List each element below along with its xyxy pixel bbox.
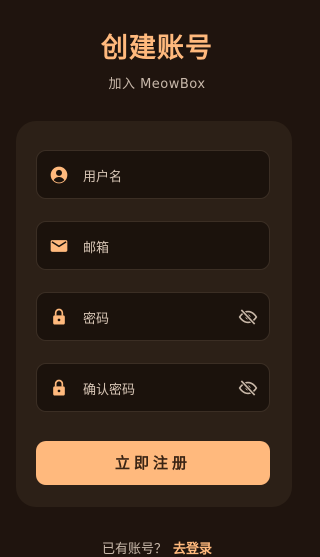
lock-icon [53, 379, 65, 396]
login-prompt: 已有账号？ 去登录 [0, 538, 314, 557]
lock-icon [53, 308, 65, 325]
confirm-password-placeholder: 确认密码 [83, 383, 136, 398]
email-field[interactable]: 邮箱 [36, 221, 270, 270]
eye-off-icon[interactable] [237, 378, 259, 398]
password-placeholder: 密码 [83, 312, 110, 327]
confirm-password-field[interactable]: 确认密码 [36, 363, 270, 412]
password-field[interactable]: 密码 [36, 292, 270, 341]
page-subtitle: 加入 MeowBox [108, 77, 206, 92]
account-circle-icon [50, 166, 68, 184]
login-prompt-text: 已有账号？ [101, 542, 167, 557]
username-placeholder: 用户名 [83, 170, 123, 185]
login-link[interactable]: 去登录 [173, 542, 212, 557]
mail-icon [50, 240, 68, 252]
email-placeholder: 邮箱 [83, 241, 110, 256]
register-card: 用户名 邮箱 密码 确认密码 立即注册 [16, 121, 292, 507]
eye-off-icon[interactable] [237, 307, 259, 327]
register-button[interactable]: 立即注册 [36, 441, 270, 485]
username-field[interactable]: 用户名 [36, 150, 270, 199]
page-title: 创建账号 [101, 33, 213, 64]
